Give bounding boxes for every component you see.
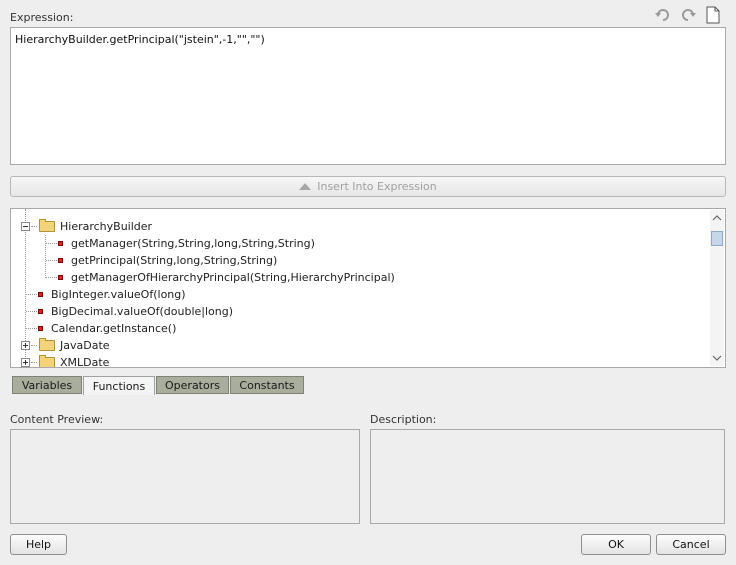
- insert-into-expression-button[interactable]: Insert Into Expression: [10, 176, 726, 197]
- help-button[interactable]: Help: [10, 534, 67, 555]
- method-icon: [38, 292, 43, 297]
- tree-item-getmanager[interactable]: getManager(String,String,long,String,Str…: [11, 235, 701, 252]
- folder-icon: [39, 355, 55, 367]
- tree-item-label: Calendar.getInstance(): [51, 322, 177, 335]
- tree-item-javadate[interactable]: JavaDate: [11, 337, 701, 354]
- tab-constants[interactable]: Constants: [230, 376, 304, 394]
- expression-input[interactable]: HierarchyBuilder.getPrincipal("jstein",-…: [10, 27, 726, 165]
- tree-connector: [31, 226, 37, 227]
- tree-connector: [46, 277, 57, 278]
- method-icon: [58, 258, 63, 263]
- expression-value: HierarchyBuilder.getPrincipal("jstein",-…: [15, 33, 265, 46]
- tree-item-label: XMLDate: [60, 356, 110, 368]
- tree-item-getmanagerofhierarchyprincipal[interactable]: getManagerOfHierarchyPrincipal(String,Hi…: [11, 269, 701, 286]
- folder-icon: [39, 338, 55, 351]
- tree-item-bigdecimal-valueof[interactable]: BigDecimal.valueOf(double|long): [11, 303, 701, 320]
- expand-icon[interactable]: [21, 358, 30, 367]
- method-icon: [38, 309, 43, 314]
- description-label: Description:: [370, 413, 437, 426]
- method-icon: [58, 241, 63, 246]
- tree-item-xmldate[interactable]: XMLDate: [11, 354, 701, 368]
- tree-item-getprincipal[interactable]: getPrincipal(String,long,String,String): [11, 252, 701, 269]
- undo-icon[interactable]: [654, 6, 672, 24]
- tree-item-label: getManagerOfHierarchyPrincipal(String,Hi…: [71, 271, 395, 284]
- tab-variables[interactable]: Variables: [12, 376, 82, 394]
- scroll-up-icon[interactable]: [712, 214, 722, 222]
- scroll-thumb[interactable]: [711, 231, 723, 246]
- tree-scrollbar[interactable]: [710, 210, 724, 366]
- expression-label: Expression:: [10, 11, 74, 24]
- tree-item-biginteger-valueof[interactable]: BigInteger.valueOf(long): [11, 286, 701, 303]
- tree-item-label: BigInteger.valueOf(long): [51, 288, 186, 301]
- tree-connector: [31, 362, 37, 363]
- functions-tree[interactable]: HierarchyBuilder getManager(String,Strin…: [10, 208, 726, 368]
- method-icon: [58, 275, 63, 280]
- content-preview-label: Content Preview:: [10, 413, 104, 426]
- tree-connector: [26, 328, 37, 329]
- tree-connector: [26, 311, 37, 312]
- tree-item-label: getManager(String,String,long,String,Str…: [71, 237, 315, 250]
- tree-item-hierarchybuilder[interactable]: HierarchyBuilder: [11, 218, 701, 235]
- description-panel: [370, 429, 725, 524]
- redo-icon[interactable]: [679, 6, 697, 24]
- tree-item-label: BigDecimal.valueOf(double|long): [51, 305, 234, 318]
- folder-icon: [39, 219, 55, 232]
- new-document-icon[interactable]: [704, 6, 722, 24]
- tab-operators[interactable]: Operators: [156, 376, 229, 394]
- tree-connector: [31, 345, 37, 346]
- tree-item-label: JavaDate: [60, 339, 110, 352]
- method-icon: [38, 326, 43, 331]
- tree-connector: [46, 260, 57, 261]
- collapse-icon[interactable]: [21, 222, 30, 231]
- expand-icon[interactable]: [21, 341, 30, 350]
- tab-functions[interactable]: Functions: [83, 376, 155, 395]
- tree-connector: [26, 294, 37, 295]
- cancel-button[interactable]: Cancel: [656, 534, 726, 555]
- scroll-down-icon[interactable]: [712, 354, 722, 362]
- tree-item-label: HierarchyBuilder: [60, 220, 153, 233]
- tree-connector: [46, 243, 57, 244]
- content-preview-panel: [10, 429, 360, 524]
- tree-item-label: getPrincipal(String,long,String,String): [71, 254, 278, 267]
- insert-arrow-icon: [299, 183, 312, 190]
- ok-button[interactable]: OK: [581, 534, 651, 555]
- tree-item-calendar-getinstance[interactable]: Calendar.getInstance(): [11, 320, 701, 337]
